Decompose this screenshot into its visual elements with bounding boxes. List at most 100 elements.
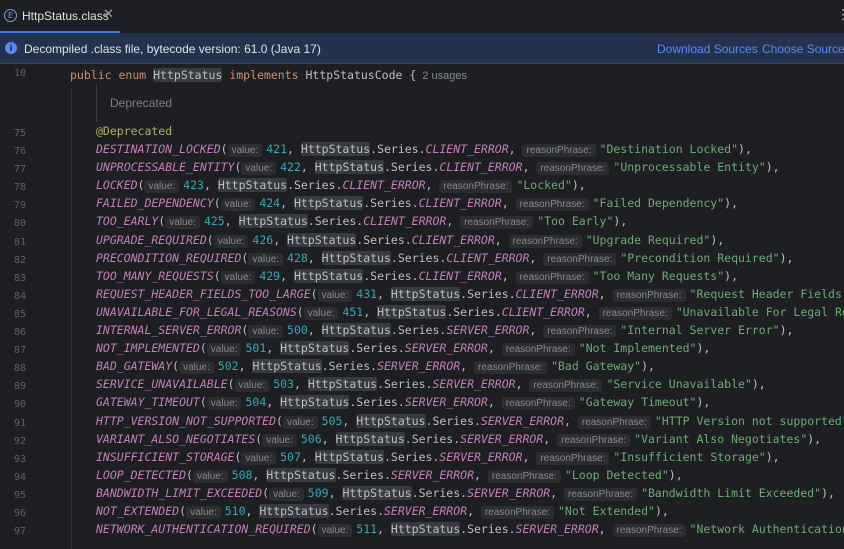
code-editor[interactable]: 10 public enum HttpStatus implements Htt… [0, 64, 844, 549]
comma: , [377, 522, 391, 536]
series-constant[interactable]: CLIENT_ERROR [426, 142, 509, 156]
enum-constant-name[interactable]: DESTINATION_LOCKED [96, 142, 221, 156]
series-constant[interactable]: SERVER_ERROR [446, 323, 529, 337]
choose-sources-link[interactable]: Choose Sources... [762, 42, 844, 56]
enum-constant-line: GATEWAY_TIMEOUT(value: 504, HttpStatus.Se… [96, 393, 710, 411]
enum-constant-name[interactable]: BAD_GATEWAY [96, 359, 172, 373]
httpstatus-reference[interactable]: HttpStatus [266, 468, 336, 482]
enum-constant-name[interactable]: TOO_EARLY [96, 214, 158, 228]
enum-constant-line: LOCKED(value: 423, HttpStatus.Series.CLIE… [96, 176, 586, 194]
httpstatus-reference[interactable]: HttpStatus [287, 233, 357, 247]
line-number: 95 [13, 490, 26, 501]
series-constant[interactable]: SERVER_ERROR [481, 414, 564, 428]
comma: , [252, 468, 267, 482]
enum-constant-line: INTERNAL_SERVER_ERROR(value: 500, HttpSta… [96, 321, 793, 339]
httpstatus-reference[interactable]: HttpStatus [321, 323, 391, 337]
httpstatus-reference[interactable]: HttpStatus [293, 196, 364, 210]
httpstatus-reference[interactable]: HttpStatus [280, 341, 350, 355]
series-constant[interactable]: CLIENT_ERROR [439, 160, 522, 174]
httpstatus-reference[interactable]: HttpStatus [314, 450, 384, 464]
enum-constant-name[interactable]: NOT_EXTENDED [96, 504, 179, 518]
series-constant[interactable]: SERVER_ERROR [432, 377, 515, 391]
line-end: ), [710, 233, 725, 247]
enum-constant-name[interactable]: LOCKED [96, 178, 138, 192]
parameter-hint-value: value: [206, 343, 242, 356]
enum-constant-name[interactable]: UPGRADE_REQUIRED [96, 233, 207, 247]
enum-constant-name[interactable]: SERVICE_UNAVAILABLE [96, 377, 228, 391]
series-constant[interactable]: SERVER_ERROR [439, 450, 522, 464]
series-constant[interactable]: CLIENT_ERROR [342, 178, 425, 192]
reason-phrase-string: "Bandwidth Limit Exceeded" [641, 486, 822, 500]
httpstatus-reference[interactable]: HttpStatus [356, 414, 426, 428]
httpstatus-reference[interactable]: HttpStatus [342, 486, 412, 500]
enum-constant-name[interactable]: INTERNAL_SERVER_ERROR [96, 323, 241, 337]
enum-constant-name[interactable]: FAILED_DEPENDENCY [96, 196, 214, 210]
httpstatus-reference[interactable]: HttpStatus [314, 160, 384, 174]
reason-phrase-string: "Unavailable For Legal Reason [675, 305, 844, 319]
reason-phrase-string: "Too Many Requests" [592, 269, 725, 283]
httpstatus-reference[interactable]: HttpStatus [321, 251, 391, 265]
parameter-hint-value: value: [241, 162, 277, 175]
enum-class-name[interactable]: HttpStatus [153, 68, 223, 82]
comma: , [501, 196, 516, 210]
series-constant[interactable]: SERVER_ERROR [460, 432, 543, 446]
httpstatus-reference[interactable]: HttpStatus [238, 214, 308, 228]
parameter-hint-reason: reasonPhrase: [536, 162, 610, 175]
enum-constant-name[interactable]: HTTP_VERSION_NOT_SUPPORTED [96, 414, 276, 428]
enum-constant-name[interactable]: BANDWIDTH_LIMIT_EXCEEDED [96, 486, 262, 500]
series-constant[interactable]: SERVER_ERROR [384, 504, 467, 518]
series-constant[interactable]: CLIENT_ERROR [516, 287, 599, 301]
httpstatus-reference[interactable]: HttpStatus [217, 178, 288, 192]
enum-constant-line: NOT_EXTENDED(value: 510, HttpStatus.Serie… [96, 502, 669, 520]
series-constant[interactable]: CLIENT_ERROR [502, 305, 585, 319]
usages-hint[interactable]: 2 usages [422, 70, 467, 82]
download-sources-link[interactable]: Download Sources [657, 42, 758, 56]
httpstatus-reference[interactable]: HttpStatus [293, 269, 364, 283]
httpstatus-reference[interactable]: HttpStatus [307, 377, 378, 391]
enum-constant-name[interactable]: GATEWAY_TIMEOUT [96, 395, 200, 409]
series-constant[interactable]: CLIENT_ERROR [412, 233, 495, 247]
series-constant[interactable]: SERVER_ERROR [405, 395, 488, 409]
reason-phrase-string: "Gateway Timeout" [578, 395, 697, 409]
enum-constant-name[interactable]: VARIANT_ALSO_NEGOTIATES [96, 432, 255, 446]
enum-constant-name[interactable]: LOOP_DETECTED [96, 468, 186, 482]
indent-guide [71, 88, 72, 549]
enum-constant-name[interactable]: UNAVAILABLE_FOR_LEGAL_REASONS [96, 305, 297, 319]
series-constant[interactable]: SERVER_ERROR [405, 341, 488, 355]
series-constant[interactable]: SERVER_ERROR [391, 468, 474, 482]
series-constant[interactable]: SERVER_ERROR [467, 486, 550, 500]
series-constant[interactable]: CLIENT_ERROR [419, 269, 502, 283]
enum-constant-name[interactable]: UNPROCESSABLE_ENTITY [96, 160, 234, 174]
enum-constant-name[interactable]: TOO_MANY_REQUESTS [96, 269, 214, 283]
series-reference: .Series. [460, 287, 516, 301]
open-paren: ( [213, 269, 221, 283]
series-constant[interactable]: SERVER_ERROR [377, 359, 460, 373]
enum-constant-name[interactable]: NETWORK_AUTHENTICATION_REQUIRED [96, 522, 311, 536]
series-constant[interactable]: SERVER_ERROR [516, 522, 599, 536]
tab-httpstatus-class[interactable]: E HttpStatus.class ✕ [0, 0, 120, 33]
reason-phrase-string: "Destination Locked" [599, 142, 739, 156]
parameter-hint-reason: reasonPhrase: [501, 397, 575, 410]
httpstatus-reference[interactable]: HttpStatus [335, 432, 405, 446]
parameter-hint-value: value: [186, 506, 221, 519]
interface-name[interactable]: HttpStatusCode [306, 68, 403, 82]
enum-constant-name[interactable]: REQUEST_HEADER_FIELDS_TOO_LARGE [96, 287, 311, 301]
httpstatus-reference[interactable]: HttpStatus [300, 142, 371, 156]
httpstatus-reference[interactable]: HttpStatus [280, 395, 350, 409]
series-constant[interactable]: CLIENT_ERROR [446, 251, 529, 265]
series-constant[interactable]: CLIENT_ERROR [419, 196, 502, 210]
series-constant[interactable]: CLIENT_ERROR [363, 214, 446, 228]
enum-constant-line: HTTP_VERSION_NOT_SUPPORTED(value: 505, Ht… [96, 412, 844, 430]
enum-constant-name[interactable]: PRECONDITION_REQUIRED [96, 251, 241, 265]
line-number: 82 [13, 255, 26, 266]
more-options-icon[interactable]: ⋮ [836, 7, 844, 23]
line-end: ), [779, 251, 794, 265]
httpstatus-reference[interactable]: HttpStatus [390, 522, 461, 536]
enum-constant-name[interactable]: INSUFFICIENT_STORAGE [96, 450, 234, 464]
httpstatus-reference[interactable]: HttpStatus [252, 359, 322, 373]
close-icon[interactable]: ✕ [103, 7, 114, 23]
httpstatus-reference[interactable]: HttpStatus [390, 287, 461, 301]
httpstatus-reference[interactable]: HttpStatus [377, 305, 447, 319]
httpstatus-reference[interactable]: HttpStatus [259, 504, 329, 518]
enum-constant-name[interactable]: NOT_IMPLEMENTED [96, 341, 200, 355]
